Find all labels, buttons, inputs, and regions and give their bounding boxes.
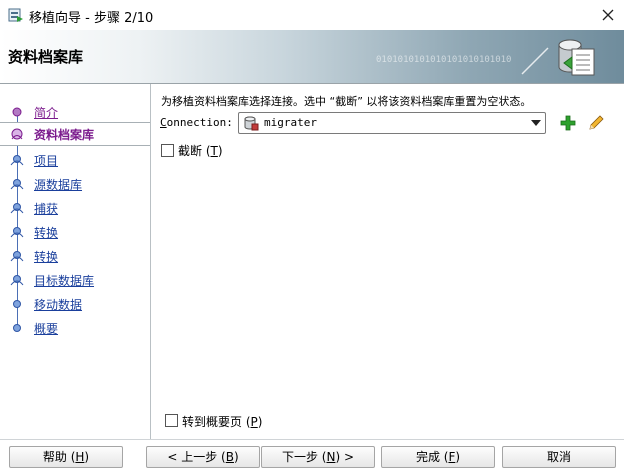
finish-button-label-end: ) [455,450,461,464]
step-repository[interactable]: 资料档案库 [0,122,150,146]
cancel-button[interactable]: 取消 [502,446,616,468]
finish-button[interactable]: 完成 (F) [381,446,495,468]
step-capture[interactable]: 捕获 [0,196,150,220]
goto-summary-label: 转到概要页 (P) [182,413,262,430]
help-button-label: 帮助 ( [42,450,76,464]
pending-step-icon [10,155,24,166]
truncate-label: 截断 (T) [178,142,223,159]
step-source-database[interactable]: 源数据库 [0,172,150,196]
page-heading: 资料档案库 [8,48,84,66]
svg-text:0101010101010101010101010: 0101010101010101010101010 [376,55,511,65]
pending-step-icon [13,324,21,332]
step-label: 简介 [34,106,59,120]
step-label: 捕获 [34,202,59,216]
back-mnemonic: B [225,450,234,464]
step-label: 转换 [34,226,59,240]
step-introduction[interactable]: 简介 [0,100,150,124]
step-label: 转换 [34,250,59,264]
pending-step-icon [10,203,24,214]
add-connection-icon[interactable] [560,115,576,131]
pending-step-icon [13,300,21,308]
pending-step-icon [10,275,24,286]
step-convert-1[interactable]: 转换 [0,220,150,244]
page-header-banner: 资料档案库 0101010101010101010101010 [0,30,624,83]
help-button[interactable]: 帮助 (H) [9,446,123,468]
truncate-label-text: 截断 ( [178,144,211,158]
content-panel: 为移植资料档案库选择连接。选中 “截断” 以将该资料档案库重置为空状态。 Con… [151,84,624,439]
step-label: 概要 [34,322,59,336]
help-button-label-end: ) [84,450,90,464]
connection-value: migrater [264,116,317,129]
database-connection-icon [244,116,259,131]
next-button[interactable]: 下一步 (N) > [261,446,375,468]
next-button-label-end: ) > [335,450,355,464]
goto-summary-mnemonic: P [250,415,258,429]
connection-label-text: onnection: [166,116,233,129]
repository-database-icon [558,39,595,76]
pending-step-icon [10,227,24,238]
step-label: 源数据库 [34,178,83,192]
back-button-label-end: ) [233,450,239,464]
step-convert-2[interactable]: 转换 [0,244,150,268]
truncate-mnemonic: T [210,144,218,158]
truncate-checkbox[interactable] [161,144,174,157]
edit-connection-icon[interactable] [587,114,605,132]
back-button-label: < 上一步 ( [167,450,226,464]
close-icon[interactable] [598,5,618,25]
goto-summary-checkbox[interactable] [165,414,178,427]
step-summary[interactable]: 概要 [0,316,150,340]
current-step-icon [11,128,23,140]
connection-mnemonic: C [160,116,167,129]
step-label: 移动数据 [34,298,83,312]
window-title: 移植向导 - 步骤 2/10 [29,11,154,26]
connection-label: Connection: [160,116,233,129]
button-bar: 帮助 (H) < 上一步 (B) 下一步 (N) > 完成 (F) 取消 [0,439,624,471]
connection-dropdown[interactable]: migrater [238,112,546,134]
finish-button-label: 完成 ( [415,450,449,464]
cancel-button-label: 取消 [546,450,571,464]
wizard-app-icon [8,8,23,22]
goto-summary-label-text: 转到概要页 ( [182,415,251,429]
step-label: 目标数据库 [34,274,95,288]
step-project[interactable]: 项目 [0,148,150,172]
instruction-text: 为移植资料档案库选择连接。选中 “截断” 以将该资料档案库重置为空状态。 [161,95,532,108]
step-label: 项目 [34,154,59,168]
back-button[interactable]: < 上一步 (B) [146,446,260,468]
goto-summary-label-end: ) [257,415,263,429]
truncate-label-end: ) [217,144,223,158]
step-target-database[interactable]: 目标数据库 [0,268,150,292]
chevron-down-icon [531,120,541,126]
pending-step-icon [10,251,24,262]
title-bar: 移植向导 - 步骤 2/10 [0,0,624,30]
visited-step-icon [12,107,22,117]
binary-decoration: 0101010101010101010101010 [376,47,549,75]
pending-step-icon [10,179,24,190]
next-button-label: 下一步 ( [281,450,327,464]
step-label: 资料档案库 [34,128,95,142]
step-move-data[interactable]: 移动数据 [0,292,150,316]
